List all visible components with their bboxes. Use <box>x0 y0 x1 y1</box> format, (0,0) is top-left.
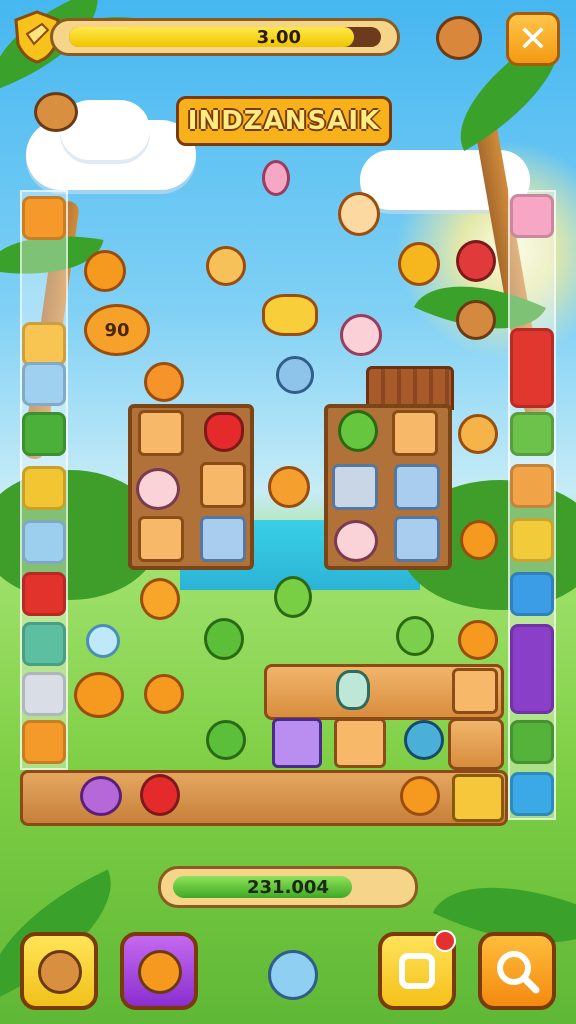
magnifier-icon <box>497 951 540 994</box>
green-gem-tile[interactable] <box>22 622 66 666</box>
flower-creature[interactable] <box>334 520 378 562</box>
ice-block[interactable] <box>200 516 246 562</box>
progress-value: 3.00 <box>256 27 301 48</box>
orange-block-tile[interactable] <box>22 196 66 240</box>
pink-apple-tile[interactable] <box>510 194 554 238</box>
orange-chick[interactable] <box>144 674 184 714</box>
red-apple[interactable] <box>456 240 496 282</box>
orange-mango[interactable] <box>400 776 440 816</box>
mango-fruit[interactable] <box>398 242 440 286</box>
pink-creature[interactable] <box>340 314 382 356</box>
orange-creature[interactable] <box>84 250 126 292</box>
bear-icon <box>38 950 82 994</box>
yellow-cup-tile[interactable] <box>510 518 554 562</box>
green-apple[interactable] <box>338 410 378 452</box>
close-icon: ✕ <box>517 18 549 60</box>
orange-chick[interactable] <box>268 466 310 508</box>
ice-block[interactable] <box>394 464 440 510</box>
blue-beetle[interactable] <box>404 720 444 760</box>
hedgehog-creature <box>436 16 482 60</box>
orange-block[interactable] <box>138 410 184 456</box>
orange-creature[interactable] <box>206 246 246 286</box>
blue-gem-tile[interactable] <box>510 772 554 816</box>
game-logo: INDZANSAIK <box>176 96 392 146</box>
gold-crystal-block[interactable] <box>452 774 504 822</box>
green-creature-tile[interactable] <box>22 412 66 456</box>
orange-crab[interactable] <box>74 672 124 718</box>
green-apple[interactable] <box>396 616 434 656</box>
notification-badge <box>434 930 456 952</box>
blue-potion-tile[interactable] <box>510 572 554 616</box>
yellow-chick[interactable] <box>338 192 380 236</box>
bomb-booster-button[interactable] <box>120 932 198 1010</box>
orange-block[interactable] <box>392 410 438 456</box>
bear-creature <box>34 92 78 132</box>
orange-block[interactable] <box>138 516 184 562</box>
orange-crab[interactable]: 90 <box>84 304 150 356</box>
crab-badge-label: 90 <box>104 319 130 341</box>
bear-booster-button[interactable] <box>20 932 98 1010</box>
flower-creature[interactable] <box>136 468 180 510</box>
orange-shell-tile[interactable] <box>22 720 66 764</box>
ice-block[interactable] <box>394 516 440 562</box>
level-progress-bar: 3.00 <box>50 18 400 56</box>
orange-block[interactable] <box>448 718 504 770</box>
red-machine-tile[interactable] <box>510 328 554 408</box>
bubble[interactable] <box>86 624 120 658</box>
purple-butterfly[interactable] <box>80 776 122 816</box>
purple-block-tile[interactable] <box>510 624 554 714</box>
orange-heart[interactable] <box>144 362 184 402</box>
blue-bird-character <box>268 950 318 1000</box>
score-value: 231.004 <box>247 877 329 898</box>
red-heart[interactable] <box>204 412 244 452</box>
silver-gem-block[interactable] <box>332 464 378 510</box>
potion-bottle[interactable] <box>336 670 370 710</box>
green-apple[interactable] <box>274 576 312 618</box>
orange-block[interactable] <box>200 462 246 508</box>
red-gem-tile[interactable] <box>22 572 66 616</box>
yellow-shield-tile[interactable] <box>22 466 66 510</box>
search-booster-button[interactable] <box>478 932 556 1010</box>
close-button[interactable]: ✕ <box>506 12 560 66</box>
orange-fruit[interactable] <box>460 520 498 560</box>
pink-bird[interactable] <box>262 160 290 196</box>
green-leaf-tile[interactable] <box>510 412 554 456</box>
orange-block[interactable] <box>334 718 386 768</box>
orange-crate-tile[interactable] <box>510 464 554 508</box>
silver-gem-tile[interactable] <box>22 672 66 716</box>
orange-chick[interactable] <box>458 414 498 454</box>
orange-mango[interactable] <box>140 578 180 620</box>
orange-block[interactable] <box>452 668 498 714</box>
score-bar: 231.004 <box>158 866 418 908</box>
red-apple[interactable] <box>140 774 180 816</box>
purple-gem-block[interactable] <box>272 718 322 768</box>
green-bug[interactable] <box>206 720 246 760</box>
green-bug[interactable] <box>204 618 244 660</box>
orange-leaf-tile[interactable] <box>22 322 66 366</box>
progress-fill <box>69 27 354 47</box>
bomb-icon <box>138 950 182 994</box>
orange-fruit[interactable] <box>458 620 498 660</box>
yellow-fish[interactable] <box>262 294 318 336</box>
blue-bird[interactable] <box>276 356 314 394</box>
blue-crystal-tile[interactable] <box>22 362 66 406</box>
green-creature-tile[interactable] <box>510 720 554 764</box>
ice-block-tile[interactable] <box>22 520 66 564</box>
hedgehog-creature[interactable] <box>456 300 496 340</box>
shuffle-booster-button[interactable] <box>378 930 456 1010</box>
game-scene: 3.00 ✕ INDZANSAIK 90 231.004 <box>0 0 576 1024</box>
